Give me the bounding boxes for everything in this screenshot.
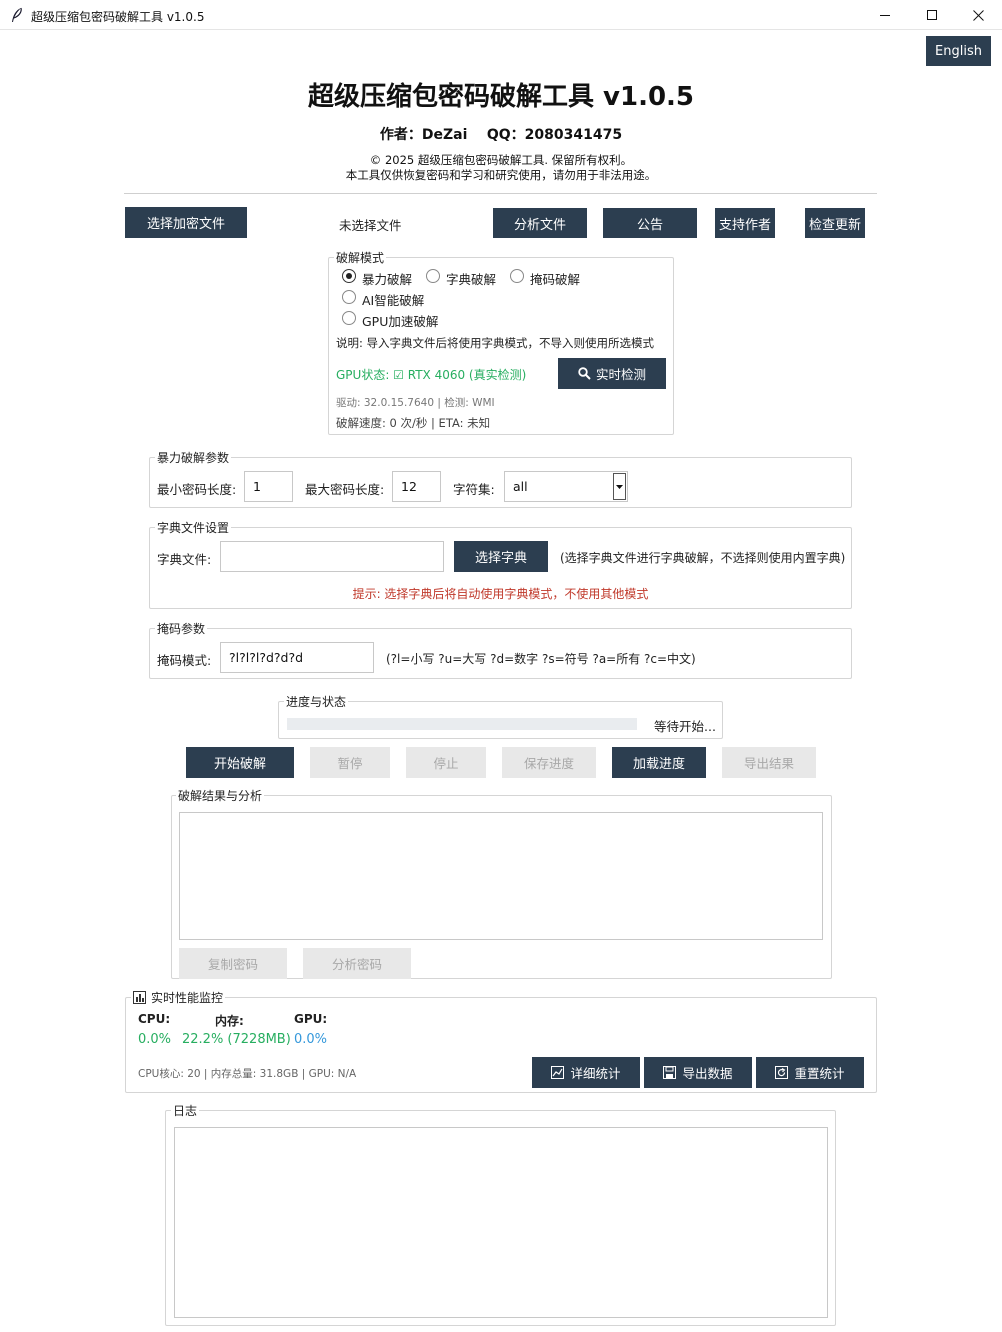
dict-file-label: 字典文件:	[157, 552, 212, 567]
stop-button[interactable]: 停止	[406, 747, 486, 778]
radio-gpu-label: GPU加速破解	[362, 314, 439, 329]
detail-stats-label: 详细统计	[570, 1066, 621, 1081]
sys-info: CPU核心: 20 | 内存总量: 31.8GB | GPU: N/A	[138, 1068, 357, 1080]
charset-dropdown-button[interactable]	[613, 473, 626, 500]
progress-group-label: 进度与状态	[284, 693, 349, 710]
file-status-label: 未选择文件	[339, 218, 402, 233]
copyright-text: © 2025 超级压缩包密码破解工具. 保留所有权利。	[369, 153, 633, 167]
export-result-button[interactable]: 导出结果	[722, 747, 816, 778]
dict-warning: 提示: 选择字典后将自动使用字典模式，不使用其他模式	[352, 587, 649, 601]
radio-brute-label: 暴力破解	[362, 272, 413, 287]
refresh-icon	[775, 1066, 789, 1079]
export-data-label: 导出数据	[682, 1066, 733, 1081]
window-titlebar: 超级压缩包密码破解工具 v1.0.5	[0, 0, 1002, 30]
gpu-status: GPU状态: ☑ RTX 4060 (真实检测)	[336, 368, 527, 382]
select-dict-button[interactable]: 选择字典	[454, 541, 548, 572]
select-encrypted-file-button[interactable]: 选择加密文件	[125, 207, 247, 238]
min-length-input[interactable]: 1	[244, 471, 293, 502]
pause-button[interactable]: 暂停	[310, 747, 390, 778]
dict-hint: (选择字典文件进行字典破解，不选择则使用内置字典)	[560, 551, 846, 565]
cpu-label: CPU:	[138, 1012, 171, 1026]
analyze-file-button[interactable]: 分析文件	[493, 208, 587, 238]
notice-button[interactable]: 公告	[603, 208, 697, 238]
radio-mask-label: 掩码破解	[530, 272, 581, 287]
close-icon	[972, 9, 984, 21]
realtime-detect-button[interactable]: 实时检测	[558, 358, 666, 389]
mask-input[interactable]: ?l?l?l?d?d?d	[220, 642, 374, 673]
close-button[interactable]	[955, 0, 1001, 30]
charset-label: 字符集:	[453, 482, 495, 497]
min-length-label: 最小密码长度:	[157, 482, 237, 497]
detail-stats-button[interactable]: 详细统计	[532, 1057, 640, 1088]
magnifier-icon	[578, 367, 591, 380]
header-divider	[124, 193, 877, 194]
driver-info: 驱动: 32.0.15.7640 | 检测: WMI	[336, 397, 495, 409]
radio-gpu[interactable]	[342, 311, 356, 325]
max-length-input[interactable]: 12	[392, 471, 441, 502]
maximize-icon	[926, 9, 937, 20]
gpu-value: 0.0%	[294, 1032, 328, 1047]
log-textarea[interactable]	[174, 1127, 828, 1318]
charset-value: all	[513, 479, 528, 494]
window-title: 超级压缩包密码破解工具 v1.0.5	[31, 10, 205, 24]
dict-file-input[interactable]	[220, 541, 444, 572]
result-textarea[interactable]	[179, 812, 823, 940]
radio-ai[interactable]	[342, 290, 356, 304]
minimize-icon	[879, 14, 890, 16]
realtime-detect-label: 实时检测	[595, 367, 646, 382]
radio-dict-label: 字典破解	[446, 272, 497, 287]
mask-label: 掩码模式:	[157, 653, 212, 668]
progress-status: 等待开始...	[654, 719, 716, 734]
perf-group-label: 实时性能监控	[151, 991, 224, 1005]
mask-legend: (?l=小写 ?u=大写 ?d=数字 ?s=符号 ?a=所有 ?c=中文)	[386, 652, 696, 666]
analyze-password-button[interactable]: 分析密码	[303, 948, 411, 979]
radio-dict[interactable]	[426, 269, 440, 283]
mode-note: 说明: 导入字典文件后将使用字典模式，不导入则使用所选模式	[336, 336, 655, 350]
mask-group-label: 掩码参数	[155, 620, 208, 637]
radio-mask[interactable]	[510, 269, 524, 283]
export-data-button[interactable]: 导出数据	[644, 1057, 752, 1088]
line-chart-icon	[551, 1066, 565, 1079]
gpu-label: GPU:	[294, 1012, 328, 1026]
load-progress-button[interactable]: 加载进度	[612, 747, 706, 778]
maximize-button[interactable]	[909, 0, 955, 30]
charset-select[interactable]: all	[504, 471, 628, 502]
disclaimer-text: 本工具仅供恢复密码和学习和研究使用，请勿用于非法用途。	[345, 168, 657, 182]
author-line: 作者：DeZai QQ：2080341475	[379, 127, 623, 143]
page-title: 超级压缩包密码破解工具 v1.0.5	[307, 82, 695, 112]
result-group-label: 破解结果与分析	[176, 787, 265, 804]
mem-value: 22.2% (7228MB)	[182, 1032, 291, 1047]
start-crack-button[interactable]: 开始破解	[186, 747, 294, 778]
feather-app-icon	[12, 7, 22, 22]
max-length-label: 最大密码长度:	[305, 482, 385, 497]
minimize-button[interactable]	[862, 0, 908, 30]
dict-group-label: 字典文件设置	[155, 519, 232, 536]
dropdown-arrow-icon	[616, 484, 623, 489]
speed-info: 破解速度: 0 次/秒 | ETA: 未知	[336, 416, 491, 430]
log-group-label: 日志	[171, 1102, 200, 1119]
language-button[interactable]: English	[926, 36, 991, 66]
bar-chart-icon	[133, 991, 146, 1004]
perf-group-title: 实时性能监控	[131, 989, 226, 1006]
reset-stats-label: 重置统计	[794, 1066, 845, 1081]
support-author-button[interactable]: 支持作者	[715, 208, 775, 238]
save-disk-icon	[663, 1066, 677, 1079]
reset-stats-button[interactable]: 重置统计	[756, 1057, 864, 1088]
radio-ai-label: AI智能破解	[362, 293, 425, 308]
mem-label: 内存:	[215, 1014, 244, 1028]
copy-password-button[interactable]: 复制密码	[179, 948, 287, 979]
check-update-button[interactable]: 检查更新	[805, 208, 865, 238]
brute-params-label: 暴力破解参数	[155, 449, 232, 466]
cpu-value: 0.0%	[138, 1032, 172, 1047]
progress-bar	[287, 718, 637, 730]
mode-group-label: 破解模式	[334, 249, 387, 266]
radio-brute[interactable]	[342, 269, 356, 283]
save-progress-button[interactable]: 保存进度	[502, 747, 596, 778]
